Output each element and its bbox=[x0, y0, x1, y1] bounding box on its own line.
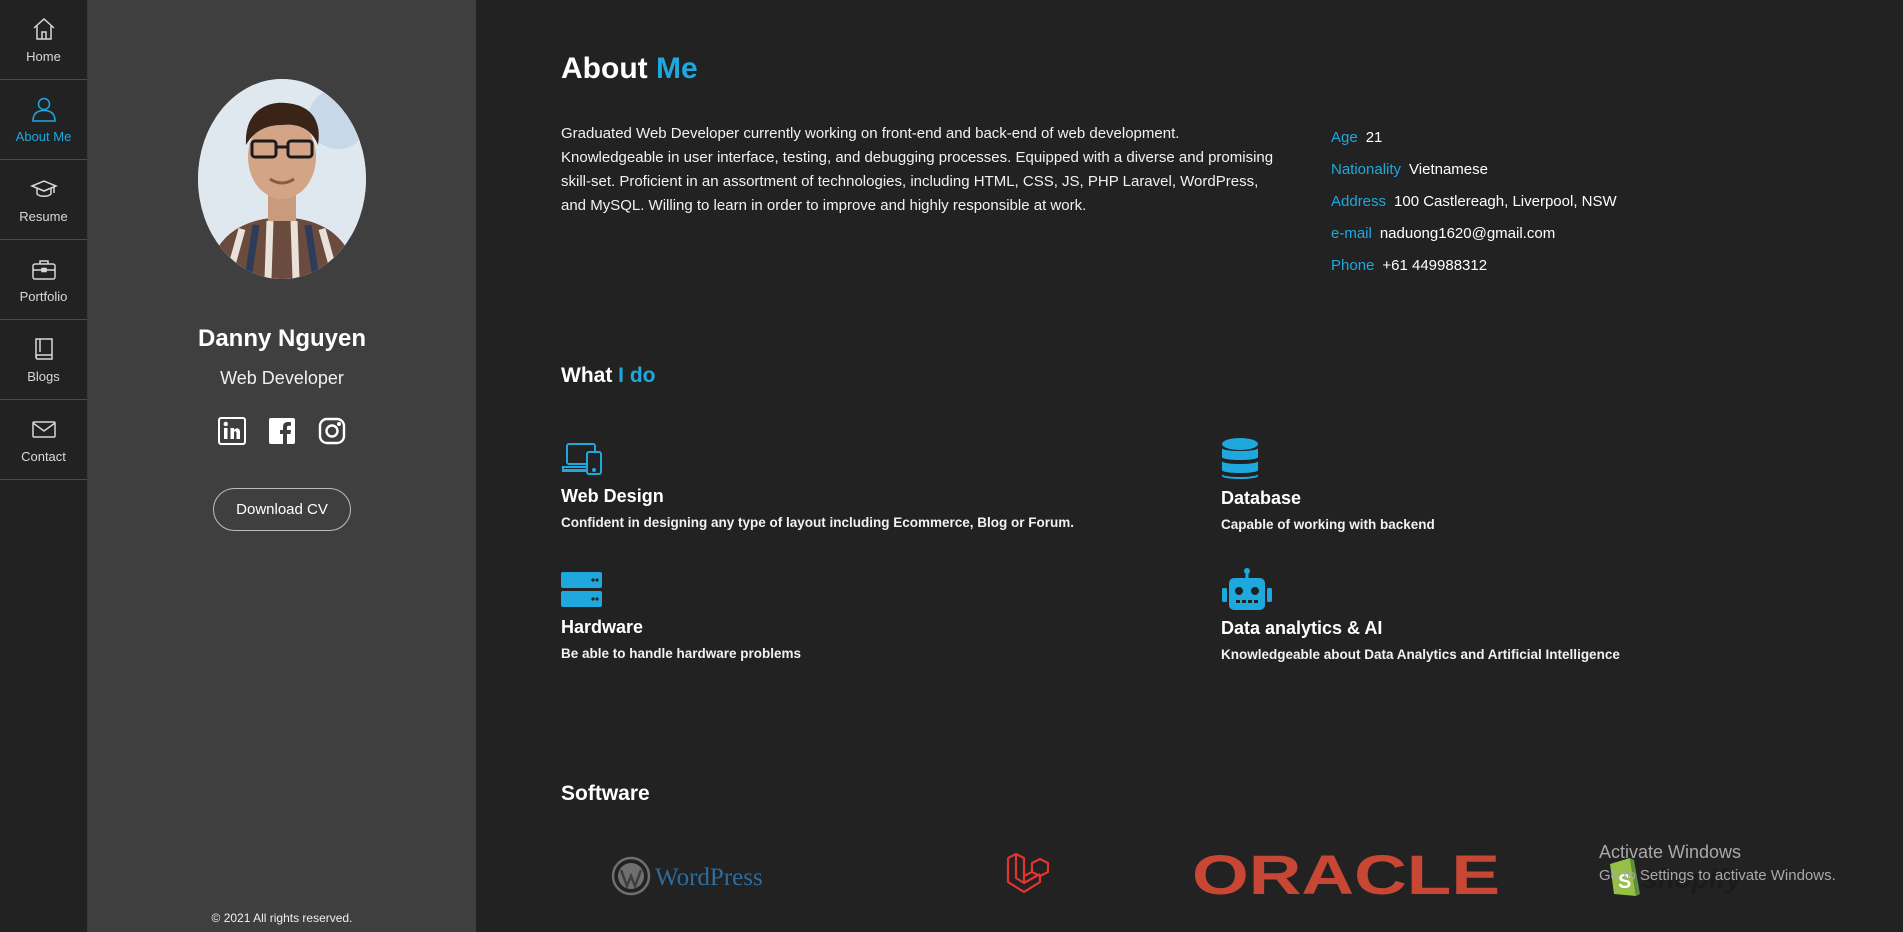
service-title: Hardware bbox=[561, 617, 644, 637]
profile-panel: Danny Nguyen Web Developer Download CV ©… bbox=[88, 0, 476, 932]
briefcase-icon bbox=[31, 260, 56, 280]
nav-item-label: About Me bbox=[15, 129, 72, 144]
book-icon bbox=[34, 338, 53, 360]
info-row-age: Age 21 bbox=[1331, 127, 1617, 159]
nav-item-contact[interactable]: Contact bbox=[0, 400, 87, 480]
info-key: Address bbox=[1331, 193, 1387, 210]
service-web-design: Web Design Confident in designing any ty… bbox=[561, 440, 1181, 530]
info-row-nationality: Nationality Vietnamese bbox=[1331, 159, 1617, 191]
info-value: Vietnamese bbox=[1409, 161, 1488, 178]
nav-item-label: Blogs bbox=[27, 369, 60, 384]
watermark-title: Activate Windows bbox=[1599, 842, 1742, 862]
info-value: 100 Castlereagh, Liverpool, NSW bbox=[1394, 193, 1617, 210]
server-icon bbox=[561, 572, 602, 607]
robot-icon bbox=[1222, 568, 1272, 610]
side-nav: Home About Me Resume Portfolio Blogs Con… bbox=[0, 0, 88, 932]
nav-item-label: Contact bbox=[21, 449, 66, 464]
devices-icon bbox=[562, 443, 602, 475]
about-heading-accent: Me bbox=[655, 52, 698, 85]
nav-item-label: Resume bbox=[19, 209, 68, 224]
facebook-icon[interactable] bbox=[268, 417, 296, 445]
info-key: Nationality bbox=[1331, 161, 1402, 178]
service-desc: Be able to handle hardware problems bbox=[561, 646, 802, 661]
main-content: About Me Graduated Web Developer current… bbox=[476, 0, 1903, 932]
wordpress-logo: WordPress bbox=[611, 855, 791, 902]
copyright: © 2021 All rights reserved. bbox=[211, 911, 353, 925]
nav-item-about-me[interactable]: About Me bbox=[0, 80, 87, 160]
info-value: +61 449988312 bbox=[1382, 257, 1488, 274]
service-title: Data analytics & AI bbox=[1221, 618, 1383, 638]
user-icon bbox=[31, 97, 56, 122]
graduation-cap-icon bbox=[29, 180, 58, 197]
service-desc: Confident in designing any type of layou… bbox=[561, 515, 1075, 530]
wordpress-logo-text: WordPress bbox=[655, 864, 763, 891]
oracle-logo: ORACLE bbox=[1192, 843, 1504, 906]
nav-item-label: Home bbox=[26, 49, 61, 64]
info-key: e-mail bbox=[1331, 225, 1372, 242]
oracle-logo-text: ORACLE bbox=[1192, 852, 1500, 898]
info-row-address: Address 100 Castlereagh, Liverpool, NSW bbox=[1331, 191, 1617, 223]
info-value: naduong1620@gmail.com bbox=[1379, 225, 1556, 242]
linkedin-icon[interactable] bbox=[218, 417, 246, 445]
avatar bbox=[198, 79, 366, 279]
laravel-logo bbox=[1005, 852, 1050, 901]
info-row-email: e-mail naduong1620@gmail.com bbox=[1331, 223, 1617, 255]
info-row-phone: Phone +61 449988312 bbox=[1331, 255, 1617, 287]
envelope-icon bbox=[31, 421, 56, 438]
service-title: Web Design bbox=[561, 486, 664, 506]
nav-item-resume[interactable]: Resume bbox=[0, 160, 87, 240]
profile-title: Web Developer bbox=[220, 368, 344, 388]
info-key: Phone bbox=[1331, 257, 1375, 274]
info-value: 21 bbox=[1365, 129, 1383, 146]
personal-info: Age 21 Nationality Vietnamese Address 100 C… bbox=[1331, 127, 1617, 287]
service-database: Database Capable of working with backend bbox=[1221, 438, 1841, 532]
download-cv-button[interactable]: Download CV bbox=[213, 488, 351, 531]
what-i-do-heading: What I do bbox=[561, 364, 655, 388]
app: Home About Me Resume Portfolio Blogs Con… bbox=[0, 0, 1903, 932]
what-heading-plain: What bbox=[561, 364, 619, 387]
social-links bbox=[88, 417, 476, 445]
nav-item-blogs[interactable]: Blogs bbox=[0, 320, 87, 400]
watermark-subtitle: Go to Settings to activate Windows. bbox=[1599, 867, 1836, 884]
bio-text: Graduated Web Developer currently workin… bbox=[561, 125, 1274, 214]
home-icon bbox=[32, 17, 55, 40]
nav-item-label: Portfolio bbox=[19, 289, 68, 304]
about-heading: About Me bbox=[561, 52, 698, 86]
service-desc: Capable of working with backend bbox=[1221, 517, 1435, 532]
about-heading-plain: About bbox=[561, 52, 656, 85]
service-title: Database bbox=[1221, 488, 1302, 508]
nav-item-portfolio[interactable]: Portfolio bbox=[0, 240, 87, 320]
database-icon bbox=[1222, 438, 1258, 479]
info-key: Age bbox=[1331, 129, 1358, 146]
service-desc: Knowledgeable about Data Analytics and A… bbox=[1221, 647, 1620, 662]
service-data-analytics-ai: Data analytics & AI Knowledgeable about … bbox=[1221, 568, 1841, 662]
nav-item-home[interactable]: Home bbox=[0, 0, 87, 80]
service-hardware: Hardware Be able to handle hardware prob… bbox=[561, 571, 1181, 661]
what-heading-accent: I do bbox=[618, 364, 656, 387]
windows-activation-watermark: Activate Windows Go to Settings to activ… bbox=[1599, 842, 1836, 884]
profile-name: Danny Nguyen bbox=[197, 325, 367, 352]
software-heading: Software bbox=[561, 782, 650, 805]
instagram-icon[interactable] bbox=[318, 417, 346, 445]
